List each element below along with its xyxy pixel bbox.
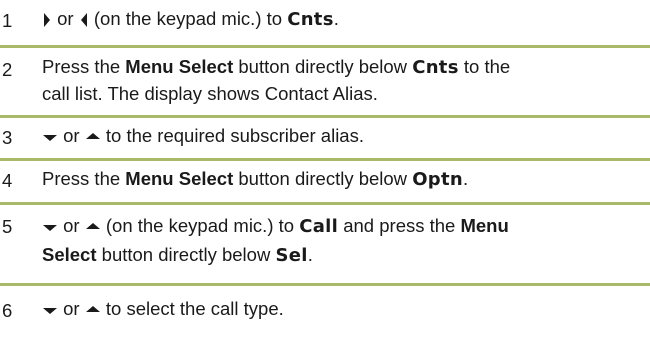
step-text-part: button directly below (101, 244, 271, 265)
display-text-optn: Optn (412, 169, 463, 190)
step-text-part: and press the (343, 215, 456, 236)
step-text-part: Press the (42, 56, 121, 77)
step-number: 4 (2, 170, 13, 191)
step-2: 2 Press the Menu Select button directly … (0, 48, 650, 118)
period: . (463, 168, 469, 189)
step-text-part: button directly below (238, 168, 408, 189)
step-text-part: to the required subscriber alias. (105, 125, 364, 146)
menu-select-label: Menu Select (125, 56, 234, 77)
step-text: or to the required subscriber alias. (42, 123, 642, 149)
connector-or: or (63, 298, 80, 319)
display-text-cnts: Cnts (287, 9, 334, 30)
display-text-cnts: Cnts (412, 57, 459, 78)
step-text: Press the Menu Select button directly be… (42, 166, 642, 193)
up-arrow-icon (85, 306, 100, 313)
display-text-call: Call (299, 216, 339, 237)
step-text: or to select the call type. (42, 296, 642, 322)
down-arrow-icon (43, 308, 57, 315)
connector-or: or (63, 215, 80, 236)
step-number: 5 (2, 216, 13, 237)
period: . (333, 8, 339, 29)
step-3: 3 or to the required subscriber alias. (0, 118, 650, 161)
step-number: 1 (2, 10, 13, 31)
down-arrow-icon (43, 225, 57, 232)
connector-or: or (63, 125, 80, 146)
connector-or: or (57, 8, 74, 29)
step-text: or (on the keypad mic.) to Call and pres… (42, 212, 642, 270)
menu-select-label: Menu Select (125, 168, 234, 189)
step-number: 3 (2, 127, 13, 148)
step-number: 6 (2, 300, 13, 321)
right-arrow-icon (44, 13, 50, 28)
step-6: 6 or to select the call type. (0, 286, 650, 326)
step-text-part: to select the call type. (105, 298, 284, 319)
step-text-part: Press the (42, 168, 121, 189)
step-text-part: button directly below (238, 56, 408, 77)
display-text-sel: Sel (275, 245, 308, 266)
up-arrow-icon (85, 133, 100, 140)
step-5: 5 or (on the keypad mic.) to Call and pr… (0, 205, 650, 286)
step-text-part: (on the keypad mic.) to (93, 8, 283, 29)
step-text-part: to the (463, 56, 511, 77)
step-text: Press the Menu Select button directly be… (42, 54, 642, 107)
left-arrow-icon (80, 13, 87, 28)
step-number: 2 (2, 59, 13, 80)
step-4: 4 Press the Menu Select button directly … (0, 161, 650, 205)
period: . (307, 244, 313, 265)
select-label: Select (42, 244, 97, 265)
down-arrow-icon (43, 135, 57, 142)
step-text-part: (on the keypad mic.) to (105, 215, 295, 236)
up-arrow-icon (85, 223, 100, 230)
menu-label: Menu (460, 215, 509, 236)
step-1: 1 or (on the keypad mic.) to Cnts. (0, 0, 650, 48)
step-text: or (on the keypad mic.) to Cnts. (42, 6, 642, 33)
step-text-part: call list. The display shows Contact Ali… (42, 83, 378, 104)
